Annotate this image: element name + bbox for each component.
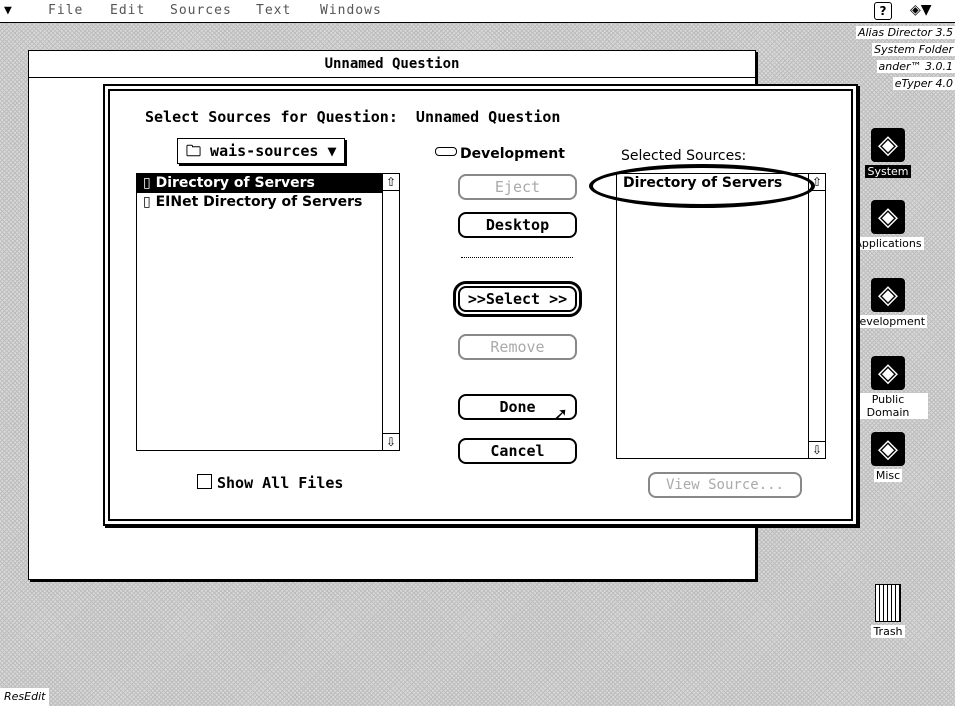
icon-label: Trash bbox=[871, 625, 905, 638]
scroll-down-arrow-icon[interactable]: ⇩ bbox=[383, 433, 399, 450]
scroll-up-arrow-icon[interactable]: ⇧ bbox=[383, 174, 399, 191]
window-title: Unnamed Question bbox=[29, 51, 755, 78]
select-sources-dialog: Select Sources for Question: Unnamed Que… bbox=[103, 84, 858, 526]
trash-icon bbox=[875, 584, 901, 622]
list-item[interactable]: ▯ EINet Directory of Servers bbox=[137, 193, 382, 212]
file-list-scrollbar[interactable]: ⇧ ⇩ bbox=[382, 174, 399, 450]
desktop-icon-misc[interactable]: ◈ Misc bbox=[848, 432, 928, 482]
icon-label: System bbox=[865, 165, 911, 178]
dropdown-triangle-icon[interactable]: ▼ bbox=[4, 3, 13, 18]
alias-line: Alias Director 3.5 bbox=[855, 26, 955, 39]
volume-label: Development bbox=[460, 146, 565, 162]
eject-button[interactable]: Eject bbox=[458, 174, 577, 200]
desktop-icon-public-domain[interactable]: ◈ Public Domain bbox=[848, 356, 928, 419]
application-menu-icon[interactable]: ◈▼ bbox=[910, 2, 932, 18]
selected-list-scrollbar[interactable]: ⇧ ⇩ bbox=[808, 174, 825, 458]
volume-name: Development bbox=[435, 146, 565, 162]
dialog-heading: Select Sources for Question: Unnamed Que… bbox=[145, 108, 561, 126]
mouse-cursor-icon: ➚ bbox=[553, 404, 569, 425]
volume-icon: ◈ bbox=[871, 200, 905, 234]
volume-icon: ◈ bbox=[871, 432, 905, 466]
list-item-label: EINet Directory of Servers bbox=[155, 194, 363, 210]
selected-sources-list[interactable]: Directory of Servers ⇧ ⇩ bbox=[616, 173, 826, 459]
button-divider bbox=[461, 257, 573, 258]
folder-popup-menu[interactable]: 🗀 wais-sources ▼ bbox=[177, 138, 346, 164]
remove-button[interactable]: Remove bbox=[458, 334, 577, 360]
desktop-icon-trash[interactable]: Trash bbox=[848, 584, 928, 638]
menu-file[interactable]: File bbox=[48, 3, 83, 18]
folder-icon: 🗀 bbox=[186, 142, 202, 160]
icon-label: Development bbox=[848, 315, 928, 328]
desktop-icon-development[interactable]: ◈ Development bbox=[848, 278, 928, 328]
show-all-files-option[interactable]: Show All Files bbox=[197, 474, 343, 492]
menu-sources[interactable]: Sources bbox=[170, 3, 232, 18]
volume-icon: ◈ bbox=[871, 128, 905, 162]
highlight-ellipse bbox=[589, 164, 815, 208]
resedit-label: ResEdit bbox=[0, 688, 50, 706]
icon-label: Misc bbox=[873, 469, 903, 482]
alias-line: ander™ 3.0.1 bbox=[876, 60, 955, 73]
volume-icon: ◈ bbox=[871, 356, 905, 390]
desktop-icon-applications[interactable]: ◈ Applications bbox=[848, 200, 928, 250]
list-item-label: Directory of Servers bbox=[155, 175, 315, 191]
file-list[interactable]: ▯ Directory of Servers ▯ EINet Directory… bbox=[136, 173, 400, 451]
show-all-files-checkbox[interactable] bbox=[197, 474, 212, 489]
folder-popup-label: wais-sources bbox=[210, 142, 319, 160]
desktop-icon-system[interactable]: ◈ System bbox=[848, 128, 928, 178]
desktop-button[interactable]: Desktop bbox=[458, 212, 577, 238]
scroll-down-arrow-icon[interactable]: ⇩ bbox=[809, 441, 825, 458]
show-all-files-label: Show All Files bbox=[217, 474, 344, 492]
volume-icon: ◈ bbox=[871, 278, 905, 312]
document-icon: ▯ bbox=[143, 175, 156, 191]
menu-text[interactable]: Text bbox=[256, 3, 291, 18]
icon-label: Applications bbox=[852, 237, 924, 250]
select-button[interactable]: >>Select >> bbox=[453, 281, 582, 317]
cancel-button[interactable]: Cancel bbox=[458, 438, 577, 464]
document-icon: ▯ bbox=[143, 194, 156, 210]
view-source-button[interactable]: View Source... bbox=[648, 472, 802, 498]
menu-edit[interactable]: Edit bbox=[110, 3, 145, 18]
alias-line: eTyper 4.0 bbox=[892, 77, 955, 90]
help-icon[interactable]: ? bbox=[874, 2, 892, 20]
alias-panel: Alias Director 3.5 System Folder ander™ … bbox=[808, 24, 955, 92]
selected-sources-label: Selected Sources: bbox=[621, 148, 747, 164]
disk-icon bbox=[435, 147, 457, 156]
icon-label: Public Domain bbox=[848, 393, 928, 419]
alias-line: System Folder bbox=[872, 43, 955, 56]
popup-arrow-icon: ▼ bbox=[327, 142, 337, 160]
list-item[interactable]: ▯ Directory of Servers bbox=[137, 174, 382, 193]
menu-bar: ▼ File Edit Sources Text Windows ? ◈▼ bbox=[0, 0, 955, 23]
menu-windows[interactable]: Windows bbox=[320, 3, 382, 18]
